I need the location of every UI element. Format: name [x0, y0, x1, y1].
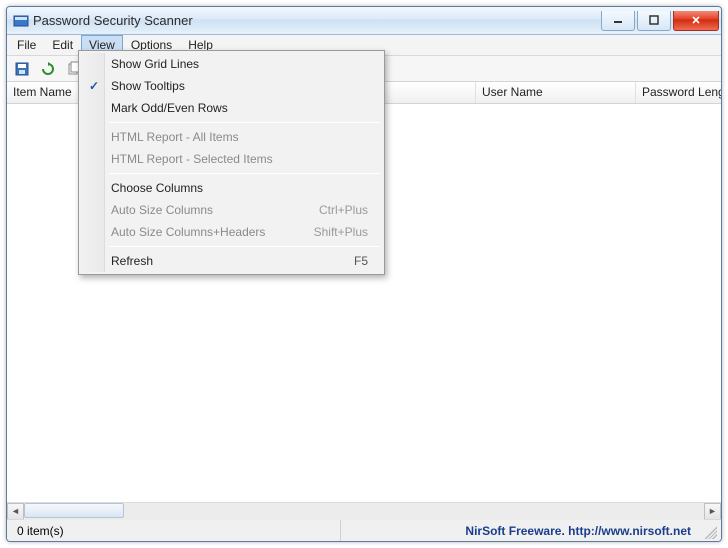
scroll-right-button[interactable]: ►: [704, 503, 721, 520]
menu-file[interactable]: File: [9, 35, 44, 55]
refresh-icon[interactable]: [37, 58, 59, 80]
close-button[interactable]: [673, 11, 719, 31]
app-icon: [13, 13, 29, 29]
window-buttons: [601, 11, 719, 31]
menu-html-report-all: HTML Report - All Items: [81, 126, 382, 148]
check-icon: [81, 53, 107, 75]
menu-show-tooltips[interactable]: ✓ Show Tooltips: [81, 75, 382, 97]
column-user-name[interactable]: User Name: [476, 82, 636, 103]
horizontal-scrollbar[interactable]: ◄ ►: [7, 502, 721, 519]
save-icon[interactable]: [11, 58, 33, 80]
menu-separator: [109, 173, 380, 174]
menu-show-grid-lines[interactable]: Show Grid Lines: [81, 53, 382, 75]
menu-choose-columns[interactable]: Choose Columns: [81, 177, 382, 199]
scroll-track[interactable]: [24, 503, 704, 520]
view-dropdown: Show Grid Lines ✓ Show Tooltips Mark Odd…: [78, 50, 385, 275]
status-credit: NirSoft Freeware. http://www.nirsoft.net: [465, 524, 701, 538]
check-icon: [81, 97, 107, 119]
menu-mark-odd-even-rows[interactable]: Mark Odd/Even Rows: [81, 97, 382, 119]
column-password-length[interactable]: Password Length: [636, 82, 721, 103]
minimize-button[interactable]: [601, 11, 635, 31]
maximize-button[interactable]: [637, 11, 671, 31]
menu-refresh[interactable]: Refresh F5: [81, 250, 382, 272]
menu-auto-size-columns-headers: Auto Size Columns+Headers Shift+Plus: [81, 221, 382, 243]
titlebar[interactable]: Password Security Scanner: [7, 7, 721, 35]
status-count: 0 item(s): [11, 520, 341, 541]
check-icon: ✓: [81, 75, 107, 97]
menu-separator: [109, 246, 380, 247]
resize-grip-icon[interactable]: [701, 523, 717, 539]
window-title: Password Security Scanner: [33, 13, 193, 28]
scroll-left-button[interactable]: ◄: [7, 503, 24, 520]
menu-html-report-selected: HTML Report - Selected Items: [81, 148, 382, 170]
scroll-thumb[interactable]: [24, 503, 124, 518]
menu-edit[interactable]: Edit: [44, 35, 81, 55]
menu-separator: [109, 122, 380, 123]
statusbar: 0 item(s) NirSoft Freeware. http://www.n…: [7, 519, 721, 541]
menu-auto-size-columns: Auto Size Columns Ctrl+Plus: [81, 199, 382, 221]
